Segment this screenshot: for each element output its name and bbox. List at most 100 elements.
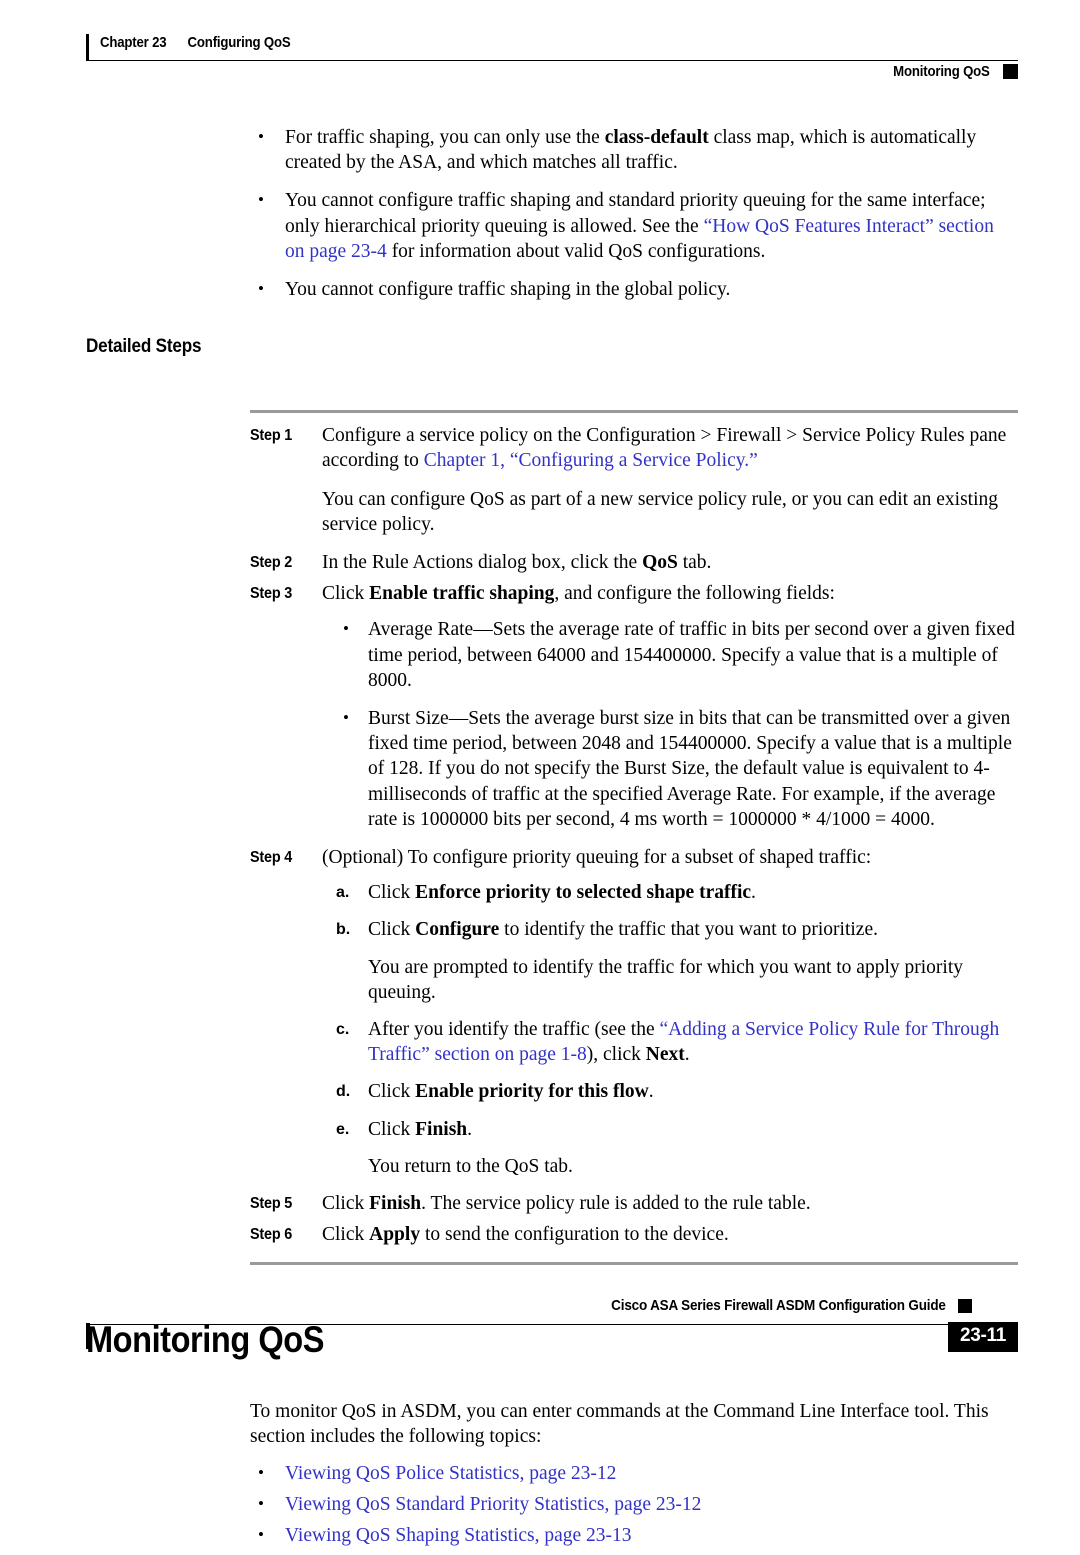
step-continuation: You can configure QoS as part of a new s…: [322, 488, 998, 535]
page-running-footer: Cisco ASA Series Firewall ASDM Configura…: [86, 1297, 1018, 1367]
steps-block: Step 1 Configure a service policy on the…: [250, 410, 1018, 1265]
emphasis-text: Enable traffic shaping: [369, 583, 555, 605]
header-chapter-number: Chapter 23: [100, 34, 167, 51]
topic-link[interactable]: Viewing QoS Standard Priority Statistics…: [285, 1494, 701, 1515]
step-text: Configure a service policy on the Config…: [322, 423, 1018, 473]
substep-marker: b.: [336, 921, 351, 939]
topic-link[interactable]: Viewing QoS Shaping Statistics, page 23-…: [285, 1525, 632, 1546]
footer-guide-title: Cisco ASA Series Firewall ASDM Configura…: [611, 1297, 946, 1314]
step-label: Step 2: [250, 554, 293, 572]
step-label: Step 6: [250, 1226, 293, 1244]
body-text: ), click: [586, 1044, 646, 1066]
substep-row: a. Click Enforce priority to selected sha…: [336, 880, 1018, 905]
step-row: Step 6 Click Apply to send the configura…: [250, 1222, 1018, 1247]
footer-square-icon: [958, 1298, 972, 1313]
emphasis-text: Apply: [369, 1224, 421, 1246]
page-number-badge: 23-11: [947, 1322, 1018, 1352]
body-text: tab.: [677, 552, 712, 574]
body-text: for information about valid QoS configur…: [386, 240, 766, 262]
page-running-header: Chapter 23 Configuring QoS Monitoring Qo…: [86, 30, 1018, 82]
monitoring-intro-paragraph: To monitor QoS in ASDM, you can enter co…: [250, 1400, 989, 1447]
step-text: Click Enable traffic shaping, and config…: [322, 581, 1018, 606]
list-item: Burst Size—Sets the average burst size i…: [336, 705, 1018, 832]
step-text: Click Finish. The service policy rule is…: [322, 1191, 1018, 1216]
body-text: After you identify the traffic (see the: [368, 1019, 660, 1041]
emphasis-text: Enable priority for this flow: [415, 1081, 649, 1103]
emphasis-text: Finish: [369, 1193, 422, 1215]
step3-field-list: Average Rate—Sets the average rate of tr…: [250, 616, 1018, 832]
step-row: Step 3 Click Enable traffic shaping, and…: [250, 581, 1018, 606]
step-row: Step 4 (Optional) To configure priority …: [250, 845, 1018, 870]
body-text: (Optional) To configure priority queuing…: [322, 847, 872, 869]
substep-text: Click Finish.: [368, 1117, 1018, 1142]
header-divider-rule: [86, 60, 1018, 61]
step-label: Step 4: [250, 849, 293, 867]
intro-bullet-list: For traffic shaping, you can only use th…: [86, 124, 1018, 302]
body-text: .: [467, 1118, 473, 1140]
footer-divider-rule: [86, 1324, 972, 1325]
substep-continuation: You return to the QoS tab.: [368, 1155, 573, 1177]
body-text: Click: [368, 1118, 416, 1140]
step-text: (Optional) To configure priority queuing…: [322, 845, 1018, 870]
substep-row: b. Click Configure to identify the traffi…: [336, 917, 1018, 942]
body-text: .: [684, 1044, 690, 1066]
body-text: to send the configuration to the device.: [420, 1224, 729, 1246]
list-item: You cannot configure traffic shaping in …: [250, 276, 1018, 302]
header-chapter-title: Configuring QoS: [187, 34, 291, 51]
body-text: Click: [322, 583, 370, 605]
body-text: Click: [322, 1193, 370, 1215]
topic-link[interactable]: Viewing QoS Police Statistics, page 23-1…: [285, 1463, 616, 1484]
step-text: In the Rule Actions dialog box, click th…: [322, 550, 1018, 575]
body-text: . The service policy rule is added to th…: [421, 1193, 811, 1215]
footer-guide-row: Cisco ASA Series Firewall ASDM Configura…: [574, 1297, 972, 1314]
emphasis-text: class-default: [604, 127, 709, 148]
list-item: For traffic shaping, you can only use th…: [250, 124, 1018, 175]
header-chapter-breadcrumb: Chapter 23 Configuring QoS: [100, 34, 291, 51]
step-label: Step 3: [250, 585, 293, 603]
body-text: Average Rate—Sets the average rate of tr…: [368, 619, 1015, 691]
body-text: In the Rule Actions dialog box, click th…: [322, 552, 643, 574]
substep-text: Click Enforce priority to selected shape…: [368, 880, 1018, 905]
substep-text: After you identify the traffic (see the …: [368, 1017, 1018, 1067]
monitoring-topic-link-list: Viewing QoS Police Statistics, page 23-1…: [86, 1460, 1018, 1549]
emphasis-text: Configure: [415, 919, 500, 941]
body-text: For traffic shaping, you can only use th…: [285, 127, 605, 148]
substep-text: Click Configure to identify the traffic …: [368, 917, 1018, 942]
step-label: Step 1: [250, 427, 293, 445]
step-text: Click Apply to send the configuration to…: [322, 1222, 1018, 1247]
steps-body: Step 1 Configure a service policy on the…: [250, 413, 1018, 1247]
step-row: Step 5 Click Finish. The service policy …: [250, 1191, 1018, 1216]
step-row: Step 2 In the Rule Actions dialog box, c…: [250, 550, 1018, 575]
substep-marker: d.: [336, 1083, 351, 1101]
body-text: Click: [368, 919, 416, 941]
header-square-icon: [1003, 64, 1018, 79]
list-item: Viewing QoS Police Statistics, page 23-1…: [250, 1460, 1018, 1486]
list-item: Viewing QoS Standard Priority Statistics…: [250, 1491, 1018, 1517]
steps-bottom-rule: [250, 1261, 1018, 1265]
substep-marker: e.: [336, 1120, 350, 1138]
body-text: .: [751, 882, 756, 904]
emphasis-text: Enforce priority to selected shape traff…: [415, 882, 752, 904]
emphasis-text: Next: [645, 1044, 685, 1066]
substep-marker: c.: [336, 1021, 350, 1039]
body-text: , and configure the following fields:: [554, 583, 835, 605]
body-text: You cannot configure traffic shaping in …: [285, 279, 731, 301]
emphasis-text: Finish: [415, 1118, 468, 1140]
emphasis-text: QoS: [642, 552, 678, 574]
step-label: Step 5: [250, 1195, 293, 1213]
substep-text: Click Enable priority for this flow.: [368, 1079, 1018, 1104]
substep-marker: a.: [336, 884, 350, 902]
step-row: Step 1 Configure a service policy on the…: [250, 423, 1018, 473]
header-section-title: Monitoring QoS: [893, 63, 990, 80]
body-text: Click: [368, 1081, 416, 1103]
substep-row: d. Click Enable priority for this flow.: [336, 1079, 1018, 1104]
detailed-steps-heading: Detailed Steps: [86, 336, 202, 358]
header-section-marker: Monitoring QoS: [880, 63, 1018, 80]
body-text: Click: [368, 882, 416, 904]
header-left-tick-mark: [86, 34, 89, 60]
list-item: Average Rate—Sets the average rate of tr…: [336, 616, 1018, 693]
list-item: You cannot configure traffic shaping and…: [250, 187, 1018, 264]
substep-row: c. After you identify the traffic (see th…: [336, 1017, 1018, 1067]
cross-reference-link[interactable]: Chapter 1, “Configuring a Service Policy…: [424, 450, 758, 471]
footer-left-tick-mark: [86, 1323, 90, 1349]
